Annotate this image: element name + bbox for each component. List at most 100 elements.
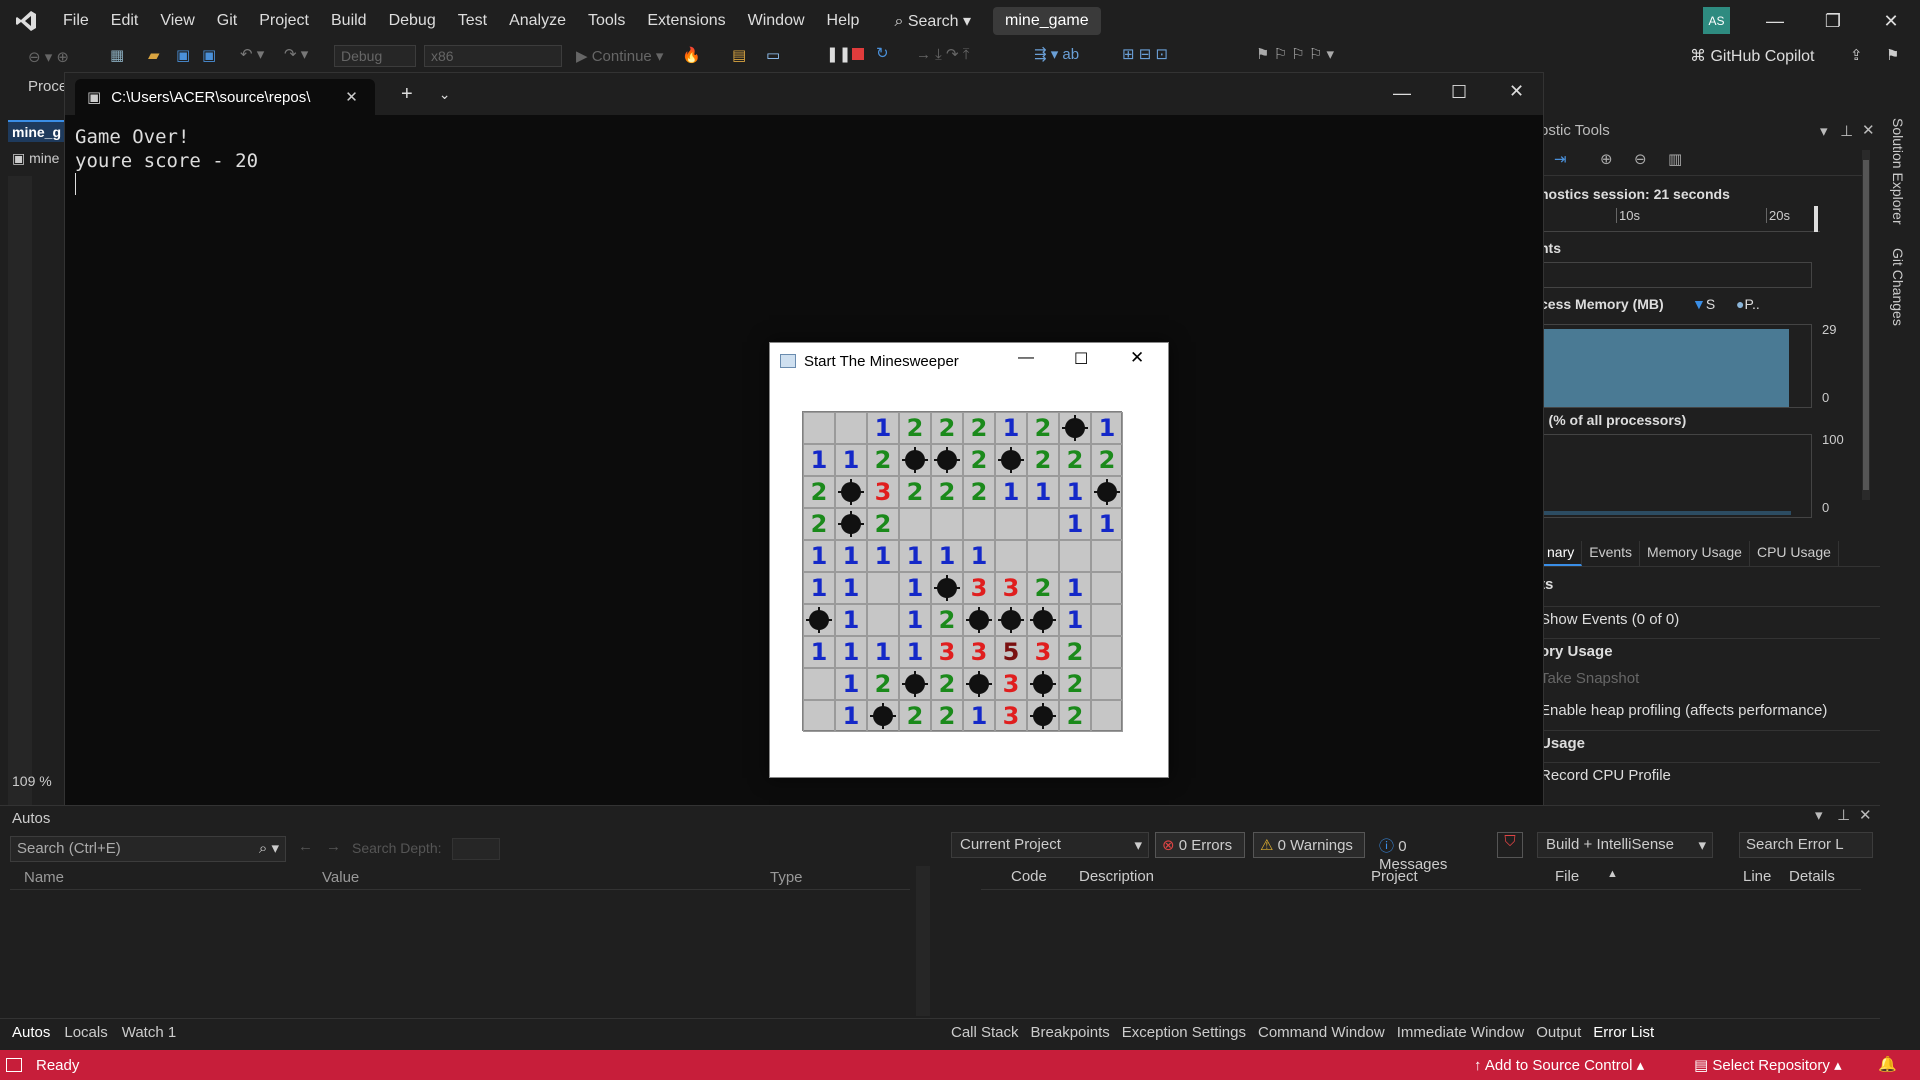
cell-r4-c8[interactable] xyxy=(1059,540,1091,572)
timeline-ruler[interactable]: 10s 20s xyxy=(1540,206,1820,232)
zoom-level[interactable]: 109 % xyxy=(12,773,52,789)
tab-dropdown-icon[interactable]: ⌄ xyxy=(439,86,451,103)
cell-r7-c4[interactable]: 3 xyxy=(931,636,963,668)
search-box[interactable]: ⌕ Search ▾ xyxy=(884,7,981,35)
cell-r1-c4[interactable] xyxy=(931,444,963,476)
autos-tab-watch-1[interactable]: Watch 1 xyxy=(122,1024,176,1041)
document-item[interactable]: ▣ mine xyxy=(12,150,59,167)
scope-dropdown[interactable]: Current Project ▾ xyxy=(951,832,1149,858)
console-caret[interactable] xyxy=(75,173,76,195)
cell-r8-c7[interactable] xyxy=(1027,668,1059,700)
cell-r5-c0[interactable]: 1 xyxy=(803,572,835,604)
add-source-control-button[interactable]: ↑ Add to Source Control ▴ xyxy=(1474,1056,1644,1074)
build-filter-dropdown[interactable]: Build + IntelliSense ▾ xyxy=(1537,832,1713,858)
cell-r8-c6[interactable]: 3 xyxy=(995,668,1027,700)
cell-r2-c6[interactable]: 1 xyxy=(995,476,1027,508)
record-cpu-profile-button[interactable]: Record CPU Profile xyxy=(1540,762,1880,784)
cell-r0-c3[interactable]: 2 xyxy=(899,412,931,444)
cell-r3-c9[interactable]: 1 xyxy=(1091,508,1123,540)
zoom-in-icon[interactable]: ⊕ xyxy=(1600,150,1613,168)
back-icon[interactable]: ⊖ ▾ ⊕ xyxy=(28,48,69,66)
menu-tools[interactable]: Tools xyxy=(577,12,636,30)
cell-r4-c9[interactable] xyxy=(1091,540,1123,572)
cell-r0-c6[interactable]: 1 xyxy=(995,412,1027,444)
warnings-filter-button[interactable]: ⚠ 0 Warnings xyxy=(1253,832,1365,858)
cell-r2-c8[interactable]: 1 xyxy=(1059,476,1091,508)
cell-r2-c1[interactable] xyxy=(835,476,867,508)
menu-analyze[interactable]: Analyze xyxy=(498,12,577,30)
cell-r8-c5[interactable] xyxy=(963,668,995,700)
col-name[interactable]: Name xyxy=(24,869,64,886)
cell-r0-c7[interactable]: 2 xyxy=(1027,412,1059,444)
cell-r7-c7[interactable]: 3 xyxy=(1027,636,1059,668)
cell-r1-c3[interactable] xyxy=(899,444,931,476)
col-project[interactable]: Project xyxy=(1371,868,1418,885)
chart-icon[interactable]: ▥ xyxy=(1668,150,1682,168)
cell-r7-c0[interactable]: 1 xyxy=(803,636,835,668)
col-details[interactable]: Details xyxy=(1789,868,1835,885)
bookmark-icons[interactable]: ⚑ ⚐ ⚐ ⚐ ▾ xyxy=(1256,45,1334,63)
cell-r0-c8[interactable] xyxy=(1059,412,1091,444)
cell-r9-c7[interactable] xyxy=(1027,700,1059,732)
errorlist-dropdown-icon[interactable]: ▾ xyxy=(1815,806,1823,824)
cell-r7-c3[interactable]: 1 xyxy=(899,636,931,668)
save-all-icon[interactable]: ▣ xyxy=(202,46,216,64)
notifications-icon[interactable]: 🔔 xyxy=(1878,1055,1897,1073)
messages-filter-button[interactable]: ⓘ 0 Messages xyxy=(1373,832,1483,873)
cell-r0-c2[interactable]: 1 xyxy=(867,412,899,444)
cell-r1-c9[interactable]: 2 xyxy=(1091,444,1123,476)
cell-r5-c8[interactable]: 1 xyxy=(1059,572,1091,604)
show-events-link[interactable]: Show Events (0 of 0) xyxy=(1540,606,1880,628)
console-tab[interactable]: ▣ C:\Users\ACER\source\repos\ ✕ xyxy=(75,79,375,115)
cell-r0-c1[interactable] xyxy=(835,412,867,444)
cell-r7-c8[interactable]: 2 xyxy=(1059,636,1091,668)
step-icons[interactable]: → ⤓ ↷ ⤒ xyxy=(916,45,969,63)
git-changes-tab[interactable]: Git Changes xyxy=(1890,248,1906,326)
visual-studio-logo-icon[interactable] xyxy=(0,0,52,42)
cell-r5-c4[interactable] xyxy=(931,572,963,604)
menu-git[interactable]: Git xyxy=(206,12,248,30)
cell-r6-c2[interactable] xyxy=(867,604,899,636)
diag-tab-2[interactable]: Memory Usage xyxy=(1640,541,1750,566)
memory-graph[interactable] xyxy=(1540,324,1812,408)
cell-r3-c8[interactable]: 1 xyxy=(1059,508,1091,540)
close-icon[interactable]: ✕ xyxy=(1862,0,1920,42)
menu-project[interactable]: Project xyxy=(248,12,320,30)
diag-tab-1[interactable]: Events xyxy=(1582,541,1641,566)
solution-explorer-tab[interactable]: Solution Explorer xyxy=(1890,118,1906,225)
cell-r9-c5[interactable]: 1 xyxy=(963,700,995,732)
cell-r9-c6[interactable]: 3 xyxy=(995,700,1027,732)
cell-r0-c5[interactable]: 2 xyxy=(963,412,995,444)
cell-r6-c1[interactable]: 1 xyxy=(835,604,867,636)
ms-maximize-icon[interactable]: ☐ xyxy=(1074,349,1088,369)
cell-r8-c8[interactable]: 2 xyxy=(1059,668,1091,700)
cell-r0-c9[interactable]: 1 xyxy=(1091,412,1123,444)
errors-filter-button[interactable]: ⊗ 0 Errors xyxy=(1155,832,1245,858)
cell-r6-c4[interactable]: 2 xyxy=(931,604,963,636)
autos-tab-autos[interactable]: Autos xyxy=(12,1024,50,1041)
cell-r2-c0[interactable]: 2 xyxy=(803,476,835,508)
cell-r8-c4[interactable]: 2 xyxy=(931,668,963,700)
cell-r3-c7[interactable] xyxy=(1027,508,1059,540)
cell-r1-c8[interactable]: 2 xyxy=(1059,444,1091,476)
console-close-icon[interactable]: ✕ xyxy=(1509,81,1524,102)
cell-r4-c6[interactable] xyxy=(995,540,1027,572)
cell-r1-c0[interactable]: 1 xyxy=(803,444,835,476)
configuration-dropdown[interactable]: Debug xyxy=(334,45,416,67)
scrollbar-thumb[interactable] xyxy=(1863,160,1869,490)
errorlist-close-icon[interactable]: ✕ xyxy=(1859,806,1872,824)
cpu-graph[interactable] xyxy=(1540,434,1812,518)
select-repository-button[interactable]: ▤ Select Repository ▴ xyxy=(1694,1056,1842,1074)
take-snapshot-button[interactable]: Take Snapshot xyxy=(1540,670,1639,687)
menu-edit[interactable]: Edit xyxy=(100,12,150,30)
folder-icon[interactable]: ▤ xyxy=(732,46,746,64)
menu-file[interactable]: File xyxy=(52,12,100,30)
cell-r6-c7[interactable] xyxy=(1027,604,1059,636)
cell-r7-c5[interactable]: 3 xyxy=(963,636,995,668)
autos-scrollbar[interactable] xyxy=(916,866,930,1016)
col-line[interactable]: Line xyxy=(1743,868,1771,885)
cell-r0-c4[interactable]: 2 xyxy=(931,412,963,444)
col-description[interactable]: Description xyxy=(1079,868,1154,885)
cell-r9-c2[interactable] xyxy=(867,700,899,732)
cell-r3-c0[interactable]: 2 xyxy=(803,508,835,540)
